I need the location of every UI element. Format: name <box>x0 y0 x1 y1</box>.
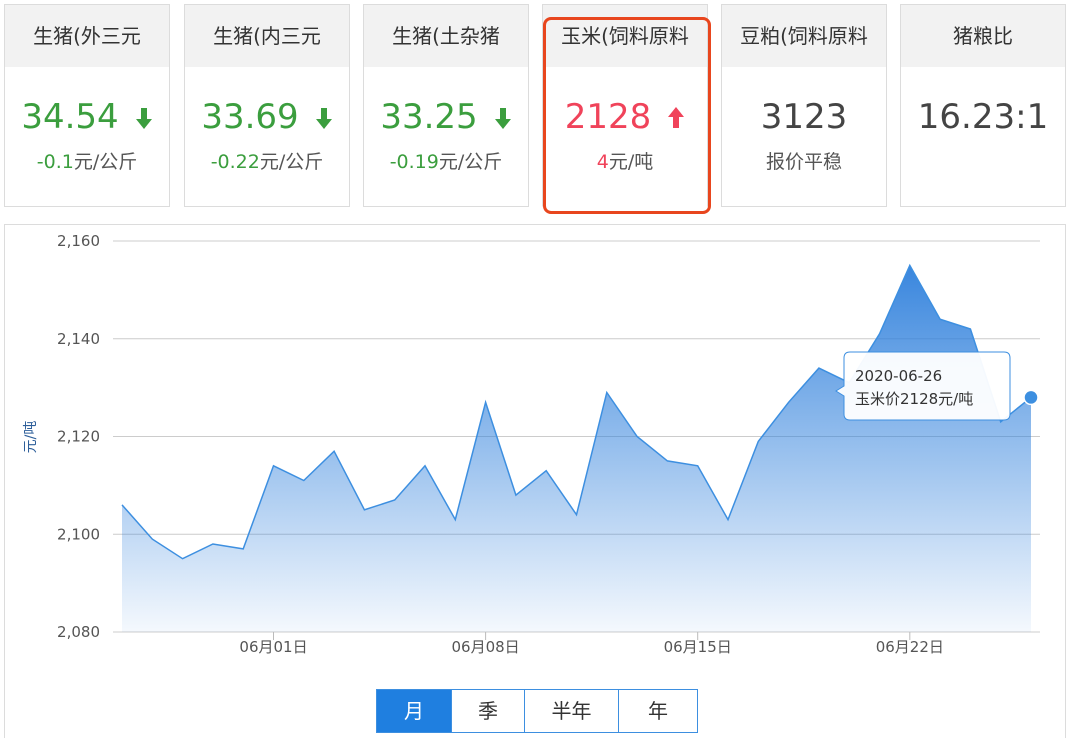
x-tick-label: 06月15日 <box>664 638 732 656</box>
tooltip: 2020-06-26 玉米价2128元/吨 <box>835 351 1011 421</box>
x-axis-ticks: 06月01日 06月08日 06月15日 06月22日 <box>239 632 944 656</box>
tooltip-value: 玉米价2128元/吨 <box>855 390 973 408</box>
y-tick-label: 2,120 <box>57 428 100 446</box>
x-tick-label: 06月08日 <box>452 638 520 656</box>
x-tick-label: 06月22日 <box>876 638 944 656</box>
tooltip-date: 2020-06-26 <box>855 367 942 385</box>
y-tick-label: 2,080 <box>57 623 100 641</box>
tab-half-year[interactable]: 半年 <box>524 690 618 732</box>
y-tick-label: 2,100 <box>57 525 100 543</box>
x-tick-label: 06月01日 <box>239 638 307 656</box>
tab-year[interactable]: 年 <box>618 690 697 732</box>
tab-month[interactable]: 月 <box>377 690 451 732</box>
tab-quarter[interactable]: 季 <box>451 690 524 732</box>
data-point <box>1023 389 1039 406</box>
series-area <box>122 265 1031 632</box>
range-tabs: 月 季 半年 年 <box>376 689 698 733</box>
y-tick-label: 2,160 <box>57 232 100 250</box>
price-area-chart: 2,0802,1002,1202,1402,160 06月01日 06月08日 06… <box>23 232 1040 656</box>
y-axis-label: 元/吨 <box>23 421 39 454</box>
y-axis-ticks: 2,080 2,100 2,120 2,140 2,160 <box>57 232 100 641</box>
y-tick-label: 2,140 <box>57 330 100 348</box>
